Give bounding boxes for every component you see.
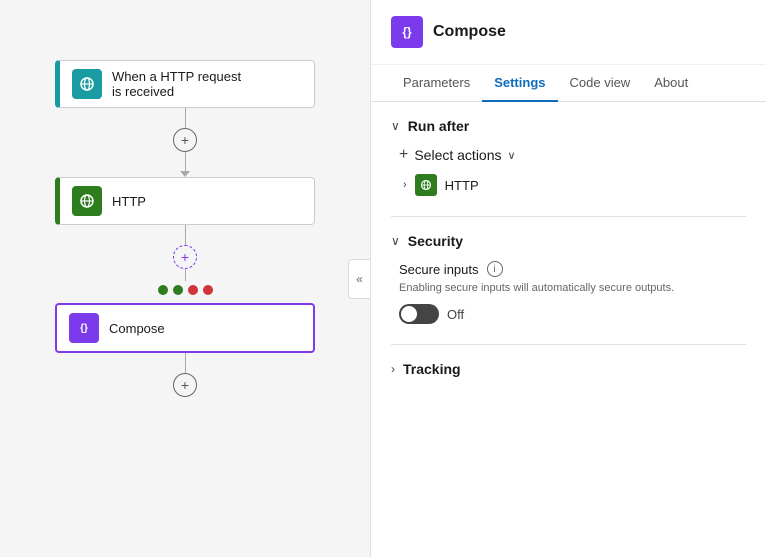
panel-header: {} Compose: [371, 0, 766, 65]
collapse-panel-button[interactable]: «: [348, 259, 370, 299]
tabs-bar: Parameters Settings Code view About: [371, 65, 766, 102]
panel-compose-icon: {}: [391, 16, 423, 48]
toggle-knob: [401, 306, 417, 322]
connector-3: +: [173, 353, 197, 397]
action-item-http-label: HTTP: [445, 178, 479, 193]
tab-code-view[interactable]: Code view: [558, 65, 643, 102]
select-actions-label: Select actions: [414, 147, 501, 163]
settings-panel: {} Compose Parameters Settings Code view…: [370, 0, 766, 557]
compose-label: Compose: [109, 321, 165, 336]
status-dots: [158, 285, 213, 295]
secure-inputs-description: Enabling secure inputs will automaticall…: [399, 281, 746, 296]
collapse-icon: «: [356, 272, 363, 286]
run-after-title: Run after: [408, 118, 469, 134]
action-item-http[interactable]: › HTTP: [399, 174, 746, 196]
dot-1: [158, 285, 168, 295]
connector-2: +: [173, 225, 197, 281]
dot-2: [173, 285, 183, 295]
http-trigger-label: When a HTTP requestis received: [112, 69, 241, 99]
info-icon[interactable]: i: [487, 261, 503, 277]
add-step-button-2[interactable]: +: [173, 245, 197, 269]
add-step-button-3[interactable]: +: [173, 373, 197, 397]
security-chevron: ∨: [391, 234, 400, 248]
secure-inputs-label: Secure inputs: [399, 262, 479, 277]
run-after-chevron: ∨: [391, 119, 400, 133]
run-after-section: ∨ Run after + Select actions ∨ › HTTP: [391, 118, 746, 196]
security-content: Secure inputs i Enabling secure inputs w…: [391, 261, 746, 324]
plus-icon: +: [399, 146, 408, 164]
tracking-section-header[interactable]: › Tracking: [391, 361, 746, 377]
compose-icon: {}: [69, 313, 99, 343]
http-action-node[interactable]: HTTP: [55, 177, 315, 225]
select-actions-chevron: ∨: [508, 149, 516, 162]
add-step-button-1[interactable]: +: [173, 128, 197, 152]
action-item-http-icon: [415, 174, 437, 196]
secure-inputs-toggle[interactable]: [399, 304, 439, 324]
security-title: Security: [408, 233, 463, 249]
dot-4: [203, 285, 213, 295]
run-after-content: + Select actions ∨ › HTTP: [391, 146, 746, 196]
http-trigger-icon: [72, 69, 102, 99]
divider-1: [391, 216, 746, 217]
select-actions-button[interactable]: + Select actions ∨: [399, 146, 746, 164]
tracking-title: Tracking: [403, 361, 461, 377]
compose-node[interactable]: {} Compose: [55, 303, 315, 353]
http-trigger-node[interactable]: When a HTTP requestis received: [55, 60, 315, 108]
tracking-chevron: ›: [391, 362, 395, 376]
tab-parameters[interactable]: Parameters: [391, 65, 482, 102]
divider-2: [391, 344, 746, 345]
tab-about[interactable]: About: [642, 65, 700, 102]
security-section-header[interactable]: ∨ Security: [391, 233, 746, 249]
tab-settings[interactable]: Settings: [482, 65, 557, 102]
panel-content: ∨ Run after + Select actions ∨ › HTTP: [371, 102, 766, 557]
workflow-nodes: When a HTTP requestis received + HTTP +: [55, 60, 315, 397]
canvas-panel: « When a HTTP requestis received + HTTP: [0, 0, 370, 557]
panel-title: Compose: [433, 23, 506, 41]
http-action-label: HTTP: [112, 194, 146, 209]
run-after-section-header[interactable]: ∨ Run after: [391, 118, 746, 134]
tracking-section: › Tracking: [391, 361, 746, 377]
dot-3: [188, 285, 198, 295]
secure-inputs-row: Secure inputs i: [399, 261, 746, 277]
action-item-chevron[interactable]: ›: [403, 179, 407, 191]
security-section: ∨ Security Secure inputs i Enabling secu…: [391, 233, 746, 324]
http-action-icon: [72, 186, 102, 216]
toggle-row: Off: [399, 304, 746, 324]
connector-1: +: [173, 108, 197, 177]
toggle-off-label: Off: [447, 307, 464, 322]
